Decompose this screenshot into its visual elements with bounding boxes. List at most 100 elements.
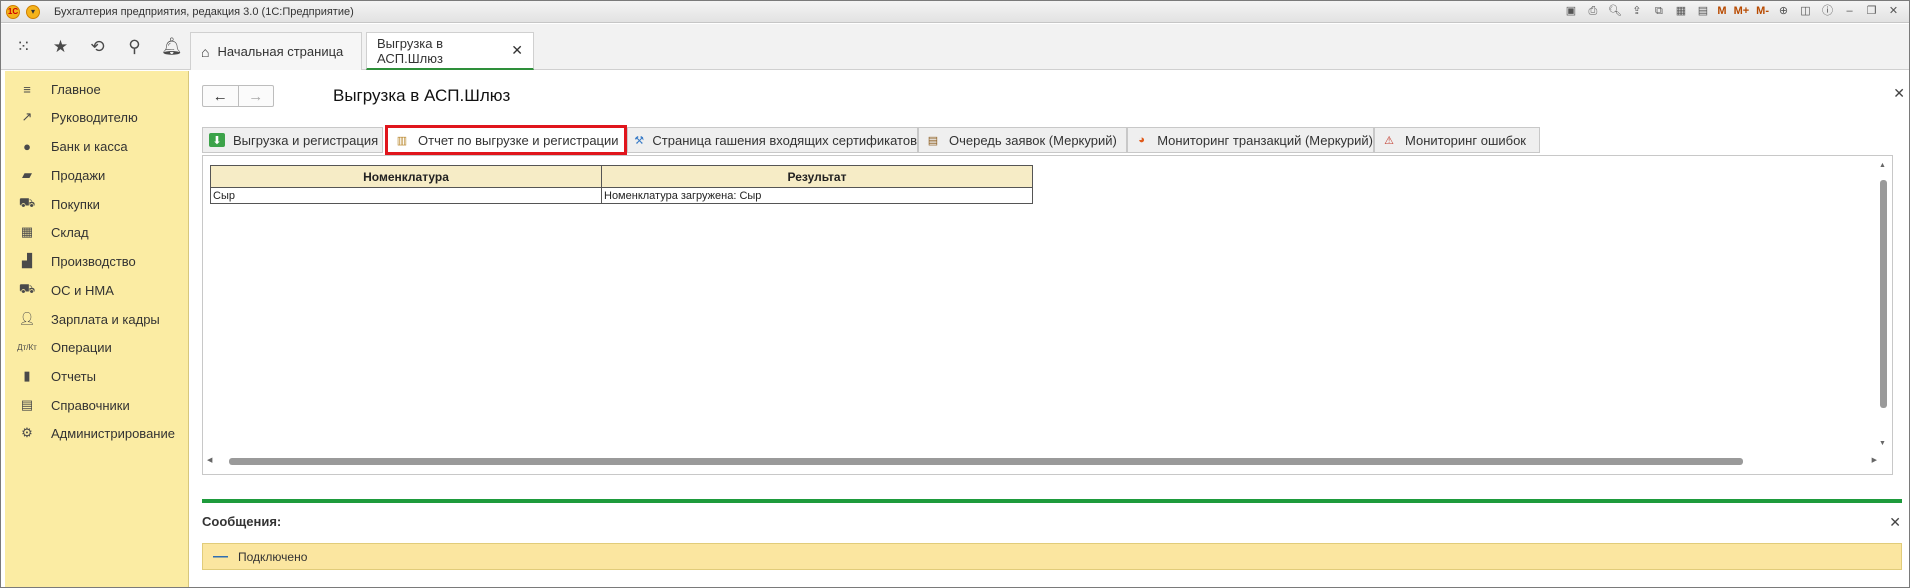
pie-chart-icon: ◕ <box>1138 134 1145 146</box>
star-icon[interactable]: ★ <box>50 37 71 57</box>
horizontal-scroll-thumb[interactable] <box>229 458 1743 465</box>
sidebar-item-directories[interactable]: ▤ Справочники <box>5 391 189 419</box>
sidebar-item-warehouse[interactable]: ▦ Склад <box>5 218 189 246</box>
trend-icon: ↗ <box>21 109 33 124</box>
scroll-up-icon[interactable]: ▲ <box>1879 162 1886 169</box>
scroll-right-icon[interactable]: ▶ <box>1872 456 1877 464</box>
main-content: ← → Выгрузка в АСП.Шлюз ✕ ⬇ Выгрузка и р… <box>190 71 1909 587</box>
tab-export-report[interactable]: ▥ Отчет по выгрузке и регистрации <box>385 125 627 155</box>
close-form-icon[interactable]: ✕ <box>1893 85 1905 102</box>
tab-label: Отчет по выгрузке и регистрации <box>418 132 619 148</box>
vertical-scrollbar[interactable]: ▲ ▼ <box>1878 162 1888 452</box>
memory-plus-button[interactable]: M+ <box>1734 4 1750 19</box>
info-icon[interactable]: ⓘ <box>1820 4 1835 19</box>
history-icon[interactable]: ⟲ <box>87 37 108 57</box>
close-messages-icon[interactable]: ✕ <box>1889 514 1901 531</box>
1c-logo-icon[interactable]: 1С <box>6 4 20 19</box>
sidebar-item-label: Главное <box>51 81 101 97</box>
sidebar-item-label: Покупки <box>51 196 100 212</box>
copy-icon[interactable]: ⧉ <box>1651 4 1666 19</box>
tab-label: Страница гашения входящих сертификатов <box>652 132 917 148</box>
sidebar-item-purchases[interactable]: ⛟ Покупки <box>5 190 189 218</box>
tab-home-label: Начальная страница <box>217 44 344 59</box>
sidebar-item-label: Отчеты <box>51 368 96 384</box>
save-icon[interactable]: ▣ <box>1563 4 1578 19</box>
calculator-icon[interactable]: ▦ <box>1673 4 1688 19</box>
scroll-down-icon[interactable]: ▼ <box>1879 440 1886 447</box>
factory-icon: ▟ <box>22 253 32 268</box>
title-toolbar: ▣ ⎙ 🔍︎ ⇪ ⧉ ▦ ▤ M M+ M- ⊕ ◫ ⓘ – ❐ ✕ <box>1563 4 1901 19</box>
coin-icon: ● <box>23 138 31 154</box>
sidebar-item-manager[interactable]: ↗ Руководителю <box>5 103 189 131</box>
tab-label: Выгрузка и регистрация <box>233 132 379 148</box>
bar-chart-icon: ▮ <box>23 368 31 383</box>
link-icon[interactable]: ⇪ <box>1629 4 1644 19</box>
sidebar-item-operations[interactable]: Дт/Кт Операции <box>5 333 189 361</box>
minimize-icon[interactable]: – <box>1842 4 1857 19</box>
search-icon[interactable]: ⚲ <box>124 37 145 57</box>
zoom-icon[interactable]: ⊕ <box>1776 4 1791 19</box>
calendar-icon[interactable]: ▤ <box>1695 4 1710 19</box>
close-window-icon[interactable]: ✕ <box>1886 4 1901 19</box>
tab-certificate-redemption[interactable]: ⚒ Страница гашения входящих сертификатов <box>627 127 918 153</box>
sidebar-item-production[interactable]: ▟ Производство <box>5 247 189 275</box>
sidebar-item-label: Операции <box>51 339 112 355</box>
tab-home[interactable]: ⌂ Начальная страница <box>190 32 362 70</box>
bag-icon: ▰ <box>22 167 32 182</box>
message-text: Подключено <box>238 549 308 564</box>
sidebar-item-assets[interactable]: ⛟ ОС и НМА <box>5 276 189 304</box>
top-navigation-bar: ⁙ ★ ⟲ ⚲ 🔔︎ ⌂ Начальная страница Выгрузка… <box>1 24 1909 70</box>
tab-label: Мониторинг ошибок <box>1405 132 1526 148</box>
history-nav: ← → <box>202 85 274 107</box>
forward-arrow-icon[interactable]: → <box>237 86 274 106</box>
bell-icon[interactable]: 🔔︎ <box>161 37 183 57</box>
tab-asp-export[interactable]: Выгрузка в АСП.Шлюз ✕ <box>366 32 534 70</box>
main-menu-button[interactable]: ▾ <box>26 4 40 19</box>
dt-kt-icon: Дт/Кт <box>17 342 37 352</box>
panels-icon[interactable]: ◫ <box>1798 4 1813 19</box>
cell-result[interactable]: Номенклатура загружена: Сыр <box>601 187 1033 204</box>
tab-export-registration[interactable]: ⬇ Выгрузка и регистрация <box>202 127 383 153</box>
sidebar-item-label: Администрирование <box>51 425 175 441</box>
apps-grid-icon[interactable]: ⁙ <box>13 37 34 57</box>
sidebar-item-salary[interactable]: 👤︎ Зарплата и кадры <box>5 305 189 333</box>
memory-m-button[interactable]: M <box>1717 4 1726 19</box>
sidebar-item-administration[interactable]: ⚙ Администрирование <box>5 419 189 447</box>
sidebar-item-bank[interactable]: ● Банк и касса <box>5 132 189 160</box>
message-item[interactable]: — Подключено <box>202 543 1902 570</box>
tab-error-monitoring[interactable]: ⚠ Мониторинг ошибок <box>1374 127 1540 153</box>
tab-transaction-monitoring[interactable]: ◕ Мониторинг транзакций (Меркурий) <box>1127 127 1374 153</box>
cell-nomenclature[interactable]: Сыр <box>210 187 602 204</box>
sidebar-item-label: Зарплата и кадры <box>51 311 160 327</box>
print-icon[interactable]: ⎙ <box>1585 4 1600 19</box>
sidebar-item-label: Склад <box>51 224 89 240</box>
page-title: Выгрузка в АСП.Шлюз <box>333 86 511 105</box>
horizontal-scrollbar[interactable]: ◀ ▶ <box>207 456 1877 466</box>
sidebar-item-reports[interactable]: ▮ Отчеты <box>5 362 189 390</box>
back-arrow-icon[interactable]: ← <box>203 86 238 106</box>
memory-minus-button[interactable]: M- <box>1756 4 1769 19</box>
report-icon: ▥ <box>396 134 408 147</box>
sidebar-item-main[interactable]: ≡ Главное <box>5 75 189 103</box>
close-tab-icon[interactable]: ✕ <box>511 42 523 59</box>
title-bar: 1С ▾ Бухгалтерия предприятия, редакция 3… <box>1 1 1909 23</box>
scroll-left-icon[interactable]: ◀ <box>207 456 212 464</box>
message-dash-icon: — <box>213 548 228 565</box>
restore-icon[interactable]: ❐ <box>1864 4 1879 19</box>
messages-divider <box>202 499 1902 503</box>
cart-icon: ⛟ <box>18 195 36 210</box>
sidebar-item-sales[interactable]: ▰ Продажи <box>5 161 189 189</box>
menu-lines-icon: ≡ <box>23 81 31 97</box>
sidebar-item-label: Справочники <box>51 397 130 413</box>
messages-title: Сообщения: <box>202 514 282 529</box>
home-icon: ⌂ <box>201 43 210 60</box>
preview-icon[interactable]: 🔍︎ <box>1607 4 1622 19</box>
tab-request-queue[interactable]: ▤ Очередь заявок (Меркурий) <box>918 127 1127 153</box>
vertical-scroll-thumb[interactable] <box>1880 180 1887 408</box>
export-icon: ⬇ <box>209 133 225 147</box>
books-icon: ▤ <box>20 397 34 412</box>
app-window: 1С ▾ Бухгалтерия предприятия, редакция 3… <box>0 0 1910 588</box>
column-header-result: Результат <box>601 165 1033 188</box>
sidebar-item-label: ОС и НМА <box>51 282 114 298</box>
person-icon: 👤︎ <box>18 311 36 326</box>
